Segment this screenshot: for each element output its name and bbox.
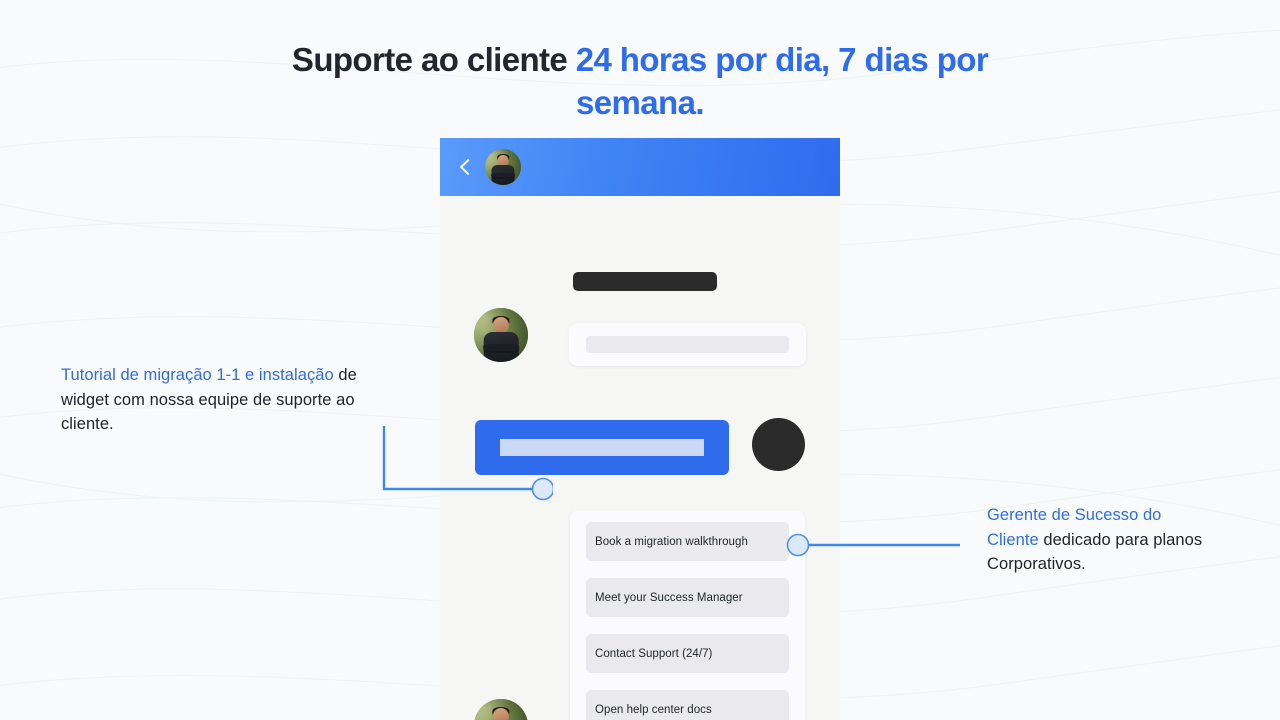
quick-actions-card: Book a migration walkthrough Meet your S… <box>570 510 805 720</box>
quick-action-label: Contact Support (24/7) <box>595 647 713 660</box>
chat-widget: Book a migration walkthrough Meet your S… <box>440 138 840 720</box>
quick-action-label: Meet your Success Manager <box>595 591 743 604</box>
sent-message-bubble <box>475 420 729 475</box>
title-placeholder-bar <box>573 272 717 291</box>
callout-left-accent: Tutorial de migração 1-1 e instalação <box>61 366 334 384</box>
callout-text-right: Gerente de Sucesso do Cliente dedicado p… <box>987 503 1217 577</box>
avatar[interactable] <box>485 149 521 185</box>
received-message-bubble <box>569 323 806 366</box>
avatar <box>474 699 528 720</box>
avatar-photo <box>474 308 528 362</box>
page-title: Suporte ao cliente 24 horas por dia, 7 d… <box>290 38 990 124</box>
headline-lead: Suporte ao cliente <box>291 41 576 78</box>
avatar <box>474 308 528 362</box>
message-placeholder-line <box>586 336 789 353</box>
quick-action-item[interactable]: Open help center docs <box>586 690 789 720</box>
avatar-photo <box>485 149 521 185</box>
quick-action-item[interactable]: Contact Support (24/7) <box>586 634 789 673</box>
quick-action-label: Open help center docs <box>595 703 712 716</box>
headline-accent: 24 horas por dia, 7 dias por semana. <box>575 41 989 121</box>
message-placeholder-line <box>500 439 704 456</box>
callout-text-left: Tutorial de migração 1-1 e instalação de… <box>61 363 361 437</box>
quick-action-label: Book a migration walkthrough <box>595 535 748 548</box>
chat-widget-header <box>440 138 840 196</box>
composer-dot[interactable] <box>752 418 805 471</box>
quick-action-item[interactable]: Meet your Success Manager <box>586 578 789 617</box>
chevron-left-icon[interactable] <box>454 156 476 178</box>
chat-widget-body: Book a migration walkthrough Meet your S… <box>440 196 840 720</box>
quick-action-item[interactable]: Book a migration walkthrough <box>586 522 789 561</box>
avatar-photo <box>474 699 528 720</box>
